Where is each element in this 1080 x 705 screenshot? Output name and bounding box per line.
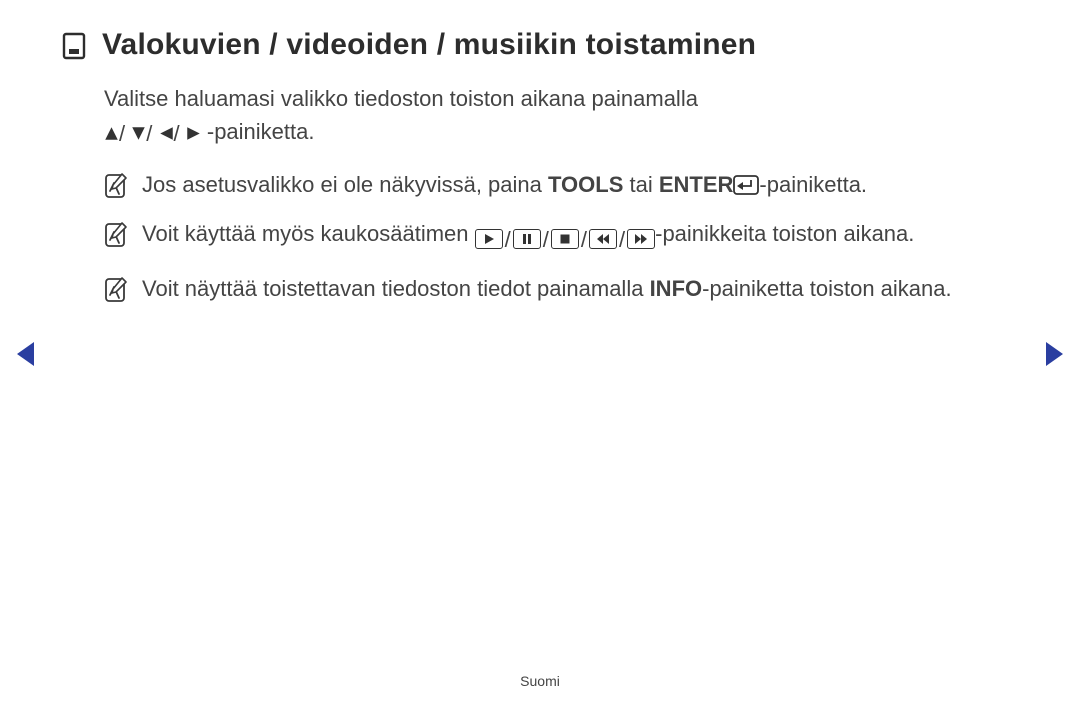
note-3: Voit näyttää toistettavan tiedoston tied… — [104, 272, 1020, 305]
n1-mid: tai — [623, 172, 658, 197]
n2-after: -painikkeita toiston aikana. — [655, 221, 914, 246]
nav-prev-icon[interactable] — [14, 340, 36, 368]
stop-button-icon — [551, 229, 579, 249]
note-2: Voit käyttää myös kaukosäätimen / / / / … — [104, 217, 1020, 256]
note-2-text: Voit käyttää myös kaukosäätimen / / / / … — [142, 217, 1020, 256]
rewind-button-icon — [589, 229, 617, 249]
remote-buttons: / / / / — [475, 223, 656, 256]
nav-next-icon[interactable] — [1044, 340, 1066, 368]
note-3-text: Voit näyttää toistettavan tiedoston tied… — [142, 272, 1020, 305]
enter-icon — [733, 175, 759, 195]
intro-text-after: -painiketta. — [207, 119, 315, 144]
play-button-icon — [475, 229, 503, 249]
n1-after: -painiketta. — [759, 172, 867, 197]
intro-paragraph: Valitse haluamasi valikko tiedoston tois… — [104, 82, 1020, 150]
pause-button-icon — [513, 229, 541, 249]
note-1: Jos asetusvalikko ei ole näkyvissä, pain… — [104, 168, 1020, 201]
n3-after: -painiketta toiston aikana. — [702, 276, 952, 301]
page: Valokuvien / videoiden / musiikin toista… — [0, 0, 1080, 705]
note-icon — [104, 221, 128, 249]
info-label: INFO — [650, 276, 703, 301]
right-icon — [186, 126, 201, 141]
heading-row: Valokuvien / videoiden / musiikin toista… — [60, 28, 1020, 62]
intro-text-before: Valitse haluamasi valikko tiedoston tois… — [104, 86, 698, 111]
body: Valitse haluamasi valikko tiedoston tois… — [104, 82, 1020, 305]
page-title: Valokuvien / videoiden / musiikin toista… — [102, 28, 756, 62]
n3-before: Voit näyttää toistettavan tiedoston tied… — [142, 276, 650, 301]
footer-language: Suomi — [0, 673, 1080, 689]
direction-buttons: / / / — [104, 121, 207, 146]
fastforward-button-icon — [627, 229, 655, 249]
down-icon — [131, 126, 146, 141]
up-icon — [104, 126, 119, 141]
left-icon — [159, 126, 174, 141]
enter-label: ENTER — [659, 172, 734, 197]
document-icon — [60, 32, 88, 60]
note-1-text: Jos asetusvalikko ei ole näkyvissä, pain… — [142, 168, 1020, 201]
n2-before: Voit käyttää myös kaukosäätimen — [142, 221, 475, 246]
n1-before: Jos asetusvalikko ei ole näkyvissä, pain… — [142, 172, 548, 197]
note-icon — [104, 276, 128, 304]
note-icon — [104, 172, 128, 200]
tools-label: TOOLS — [548, 172, 623, 197]
